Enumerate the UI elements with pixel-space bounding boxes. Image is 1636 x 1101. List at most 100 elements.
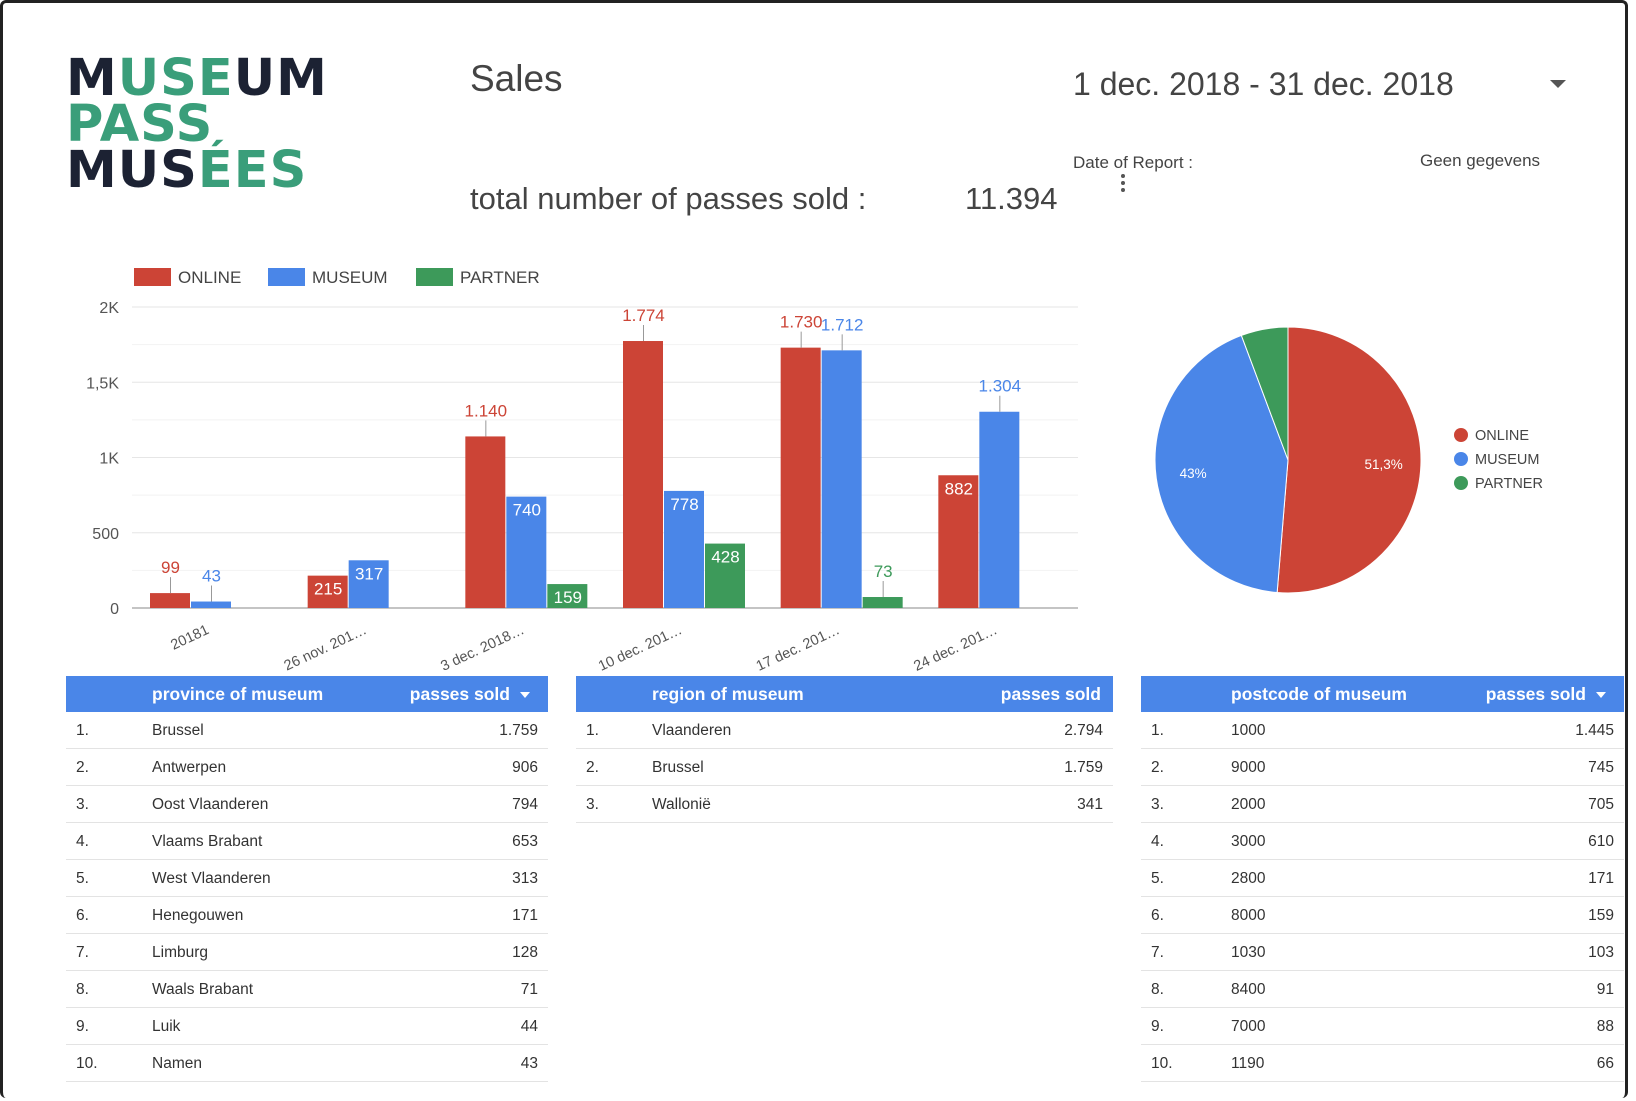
table-row[interactable]: 2. 9000 745 — [1141, 749, 1624, 786]
legend-label: ONLINE — [1475, 428, 1529, 444]
table-row[interactable]: 9. Luik 44 — [66, 1008, 548, 1045]
table-row[interactable]: 7. 1030 103 — [1141, 934, 1624, 971]
row-label: 8400 — [1231, 981, 1266, 998]
table-row[interactable]: 1. Brussel 1.759 — [66, 712, 548, 749]
table-header: region of museum passes sold — [576, 676, 1113, 712]
pie-label: 43% — [1180, 466, 1207, 481]
row-index: 9. — [76, 1018, 89, 1035]
table-header: postcode of museum passes sold — [1141, 676, 1624, 712]
row-label: Brussel — [652, 759, 704, 776]
table-row[interactable]: 6. 8000 159 — [1141, 897, 1624, 934]
row-index: 8. — [76, 981, 89, 998]
row-label: 7000 — [1231, 1018, 1266, 1035]
row-index: 4. — [76, 833, 89, 850]
table-row[interactable]: 1. 1000 1.445 — [1141, 712, 1624, 749]
pie-label: 51,3% — [1365, 457, 1403, 472]
row-label: 1030 — [1231, 944, 1266, 961]
row-label: Waals Brabant — [152, 981, 254, 998]
row-label: Namen — [152, 1055, 202, 1072]
row-index: 7. — [76, 944, 89, 961]
legend-swatch — [1454, 476, 1468, 490]
row-value: 91 — [1596, 981, 1614, 998]
legend-label: MUSEUM — [1475, 452, 1539, 468]
table-row[interactable]: 6. Henegouwen 171 — [66, 897, 548, 934]
row-label: Vlaanderen — [652, 722, 732, 739]
row-value: 1.445 — [1575, 722, 1614, 739]
row-index: 9. — [1151, 1018, 1164, 1035]
table-row[interactable]: 3. Oost Vlaanderen 794 — [66, 786, 548, 823]
row-label: West Vlaanderen — [152, 870, 271, 887]
row-value: 71 — [520, 981, 538, 998]
column-header-sorted[interactable]: passes sold — [410, 684, 530, 705]
table-row[interactable]: 10. Namen 43 — [66, 1045, 548, 1082]
table-row[interactable]: 2. Brussel 1.759 — [576, 749, 1113, 786]
table-row[interactable]: 10. 1190 66 — [1141, 1045, 1624, 1082]
row-value: 1.759 — [499, 722, 538, 739]
column-header[interactable]: region of museum — [652, 684, 804, 705]
table-row[interactable]: 8. Waals Brabant 71 — [66, 971, 548, 1008]
table-body: 1. Vlaanderen 2.794 2. Brussel 1.759 3. Walloni… — [576, 712, 1113, 823]
row-index: 3. — [586, 796, 599, 813]
legend-label: PARTNER — [1475, 476, 1543, 492]
row-label: 1190 — [1231, 1055, 1265, 1072]
row-label: Henegouwen — [152, 907, 244, 924]
row-index: 5. — [1151, 870, 1164, 887]
row-label: 2000 — [1231, 796, 1266, 813]
row-index: 4. — [1151, 833, 1164, 850]
column-header-sorted[interactable]: passes sold — [1486, 684, 1606, 705]
row-index: 3. — [76, 796, 89, 813]
row-value: 745 — [1588, 759, 1614, 776]
table-row[interactable]: 5. 2800 171 — [1141, 860, 1624, 897]
row-value: 159 — [1588, 907, 1614, 924]
row-index: 1. — [1151, 722, 1164, 739]
column-header[interactable]: passes sold — [1001, 684, 1101, 705]
row-value: 341 — [1077, 796, 1103, 813]
row-value: 171 — [512, 907, 538, 924]
row-value: 88 — [1596, 1018, 1614, 1035]
row-index: 6. — [76, 907, 89, 924]
sort-desc-icon — [520, 692, 530, 699]
table-row[interactable]: 1. Vlaanderen 2.794 — [576, 712, 1113, 749]
column-header-label: passes sold — [409, 684, 510, 704]
row-label: 8000 — [1231, 907, 1266, 924]
row-label: Limburg — [152, 944, 208, 961]
row-index: 3. — [1151, 796, 1164, 813]
row-index: 1. — [76, 722, 89, 739]
row-label: Wallonië — [652, 796, 711, 813]
postcode-table: postcode of museum passes sold 1. 1000 1.4… — [1141, 676, 1624, 1082]
row-index: 2. — [1151, 759, 1164, 776]
row-label: 3000 — [1231, 833, 1266, 850]
table-row[interactable]: 5. West Vlaanderen 313 — [66, 860, 548, 897]
row-index: 5. — [76, 870, 89, 887]
row-label: 9000 — [1231, 759, 1266, 776]
row-label: Brussel — [152, 722, 204, 739]
row-index: 2. — [586, 759, 599, 776]
row-value: 1.759 — [1064, 759, 1103, 776]
row-label: 2800 — [1231, 870, 1266, 887]
table-row[interactable]: 3. 2000 705 — [1141, 786, 1624, 823]
table-row[interactable]: 9. 7000 88 — [1141, 1008, 1624, 1045]
table-row[interactable]: 4. 3000 610 — [1141, 823, 1624, 860]
row-value: 705 — [1588, 796, 1614, 813]
row-label: Oost Vlaanderen — [152, 796, 269, 813]
row-value: 313 — [512, 870, 538, 887]
row-label: 1000 — [1231, 722, 1266, 739]
row-index: 6. — [1151, 907, 1164, 924]
table-row[interactable]: 8. 8400 91 — [1141, 971, 1624, 1008]
table-row[interactable]: 7. Limburg 128 — [66, 934, 548, 971]
table-row[interactable]: 3. Wallonië 341 — [576, 786, 1113, 823]
column-header[interactable]: province of museum — [152, 684, 323, 705]
region-table: region of museum passes sold 1. Vlaandere… — [576, 676, 1113, 823]
table-row[interactable]: 4. Vlaams Brabant 653 — [66, 823, 548, 860]
row-label: Luik — [152, 1018, 181, 1035]
row-index: 10. — [1151, 1055, 1173, 1072]
row-label: Antwerpen — [152, 759, 227, 776]
row-index: 7. — [1151, 944, 1164, 961]
legend-swatch — [1454, 428, 1468, 442]
column-header[interactable]: postcode of museum — [1231, 684, 1407, 705]
table-row[interactable]: 2. Antwerpen 906 — [66, 749, 548, 786]
table-body: 1. 1000 1.445 2. 9000 745 3. 2000 705 4. 3000 610 5.… — [1141, 712, 1624, 1082]
row-value: 44 — [520, 1018, 538, 1035]
row-index: 8. — [1151, 981, 1164, 998]
column-header-label: passes sold — [1485, 684, 1586, 704]
